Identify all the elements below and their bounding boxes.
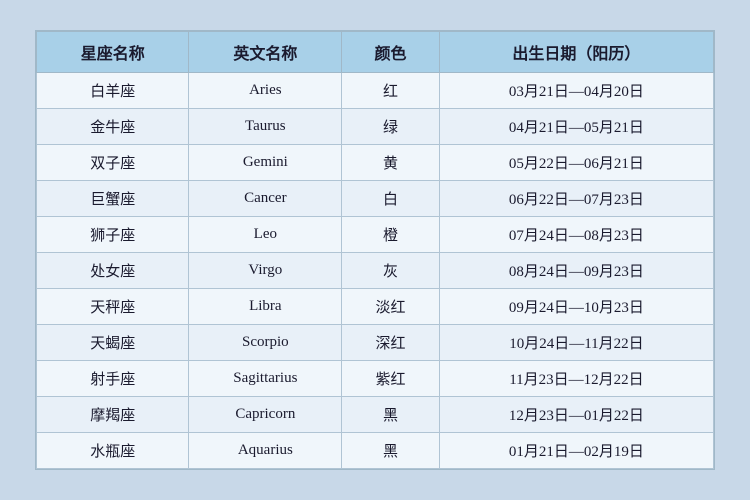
cell-dates: 09月24日—10月23日 — [439, 289, 713, 325]
table-row: 射手座Sagittarius紫红11月23日—12月22日 — [37, 361, 714, 397]
table-row: 双子座Gemini黄05月22日—06月21日 — [37, 145, 714, 181]
cell-english: Gemini — [189, 145, 342, 181]
cell-chinese: 摩羯座 — [37, 397, 189, 433]
cell-chinese: 处女座 — [37, 253, 189, 289]
cell-color: 淡红 — [342, 289, 440, 325]
table-row: 摩羯座Capricorn黑12月23日—01月22日 — [37, 397, 714, 433]
col-header-dates: 出生日期（阳历） — [439, 32, 713, 73]
table-row: 巨蟹座Cancer白06月22日—07月23日 — [37, 181, 714, 217]
cell-chinese: 天蝎座 — [37, 325, 189, 361]
col-header-color: 颜色 — [342, 32, 440, 73]
cell-color: 橙 — [342, 217, 440, 253]
cell-dates: 11月23日—12月22日 — [439, 361, 713, 397]
cell-dates: 04月21日—05月21日 — [439, 109, 713, 145]
cell-chinese: 金牛座 — [37, 109, 189, 145]
cell-dates: 12月23日—01月22日 — [439, 397, 713, 433]
cell-chinese: 狮子座 — [37, 217, 189, 253]
cell-english: Scorpio — [189, 325, 342, 361]
table-row: 天秤座Libra淡红09月24日—10月23日 — [37, 289, 714, 325]
zodiac-table-container: 星座名称 英文名称 颜色 出生日期（阳历） 白羊座Aries红03月21日—04… — [35, 30, 715, 470]
cell-dates: 06月22日—07月23日 — [439, 181, 713, 217]
cell-dates: 01月21日—02月19日 — [439, 433, 713, 469]
cell-english: Cancer — [189, 181, 342, 217]
cell-english: Libra — [189, 289, 342, 325]
cell-english: Sagittarius — [189, 361, 342, 397]
cell-color: 白 — [342, 181, 440, 217]
cell-english: Capricorn — [189, 397, 342, 433]
table-row: 金牛座Taurus绿04月21日—05月21日 — [37, 109, 714, 145]
cell-chinese: 白羊座 — [37, 73, 189, 109]
table-row: 狮子座Leo橙07月24日—08月23日 — [37, 217, 714, 253]
cell-color: 黄 — [342, 145, 440, 181]
cell-color: 红 — [342, 73, 440, 109]
cell-dates: 05月22日—06月21日 — [439, 145, 713, 181]
cell-chinese: 双子座 — [37, 145, 189, 181]
cell-color: 深红 — [342, 325, 440, 361]
table-body: 白羊座Aries红03月21日—04月20日金牛座Taurus绿04月21日—0… — [37, 73, 714, 469]
col-header-chinese: 星座名称 — [37, 32, 189, 73]
cell-chinese: 巨蟹座 — [37, 181, 189, 217]
cell-chinese: 水瓶座 — [37, 433, 189, 469]
cell-dates: 03月21日—04月20日 — [439, 73, 713, 109]
zodiac-table: 星座名称 英文名称 颜色 出生日期（阳历） 白羊座Aries红03月21日—04… — [36, 31, 714, 469]
cell-chinese: 天秤座 — [37, 289, 189, 325]
col-header-english: 英文名称 — [189, 32, 342, 73]
cell-chinese: 射手座 — [37, 361, 189, 397]
cell-english: Aquarius — [189, 433, 342, 469]
cell-english: Leo — [189, 217, 342, 253]
cell-color: 灰 — [342, 253, 440, 289]
table-header-row: 星座名称 英文名称 颜色 出生日期（阳历） — [37, 32, 714, 73]
cell-english: Virgo — [189, 253, 342, 289]
table-row: 水瓶座Aquarius黑01月21日—02月19日 — [37, 433, 714, 469]
cell-dates: 07月24日—08月23日 — [439, 217, 713, 253]
table-row: 处女座Virgo灰08月24日—09月23日 — [37, 253, 714, 289]
cell-dates: 10月24日—11月22日 — [439, 325, 713, 361]
cell-dates: 08月24日—09月23日 — [439, 253, 713, 289]
cell-color: 绿 — [342, 109, 440, 145]
cell-color: 黑 — [342, 433, 440, 469]
cell-english: Taurus — [189, 109, 342, 145]
table-row: 白羊座Aries红03月21日—04月20日 — [37, 73, 714, 109]
cell-color: 黑 — [342, 397, 440, 433]
cell-english: Aries — [189, 73, 342, 109]
table-row: 天蝎座Scorpio深红10月24日—11月22日 — [37, 325, 714, 361]
cell-color: 紫红 — [342, 361, 440, 397]
